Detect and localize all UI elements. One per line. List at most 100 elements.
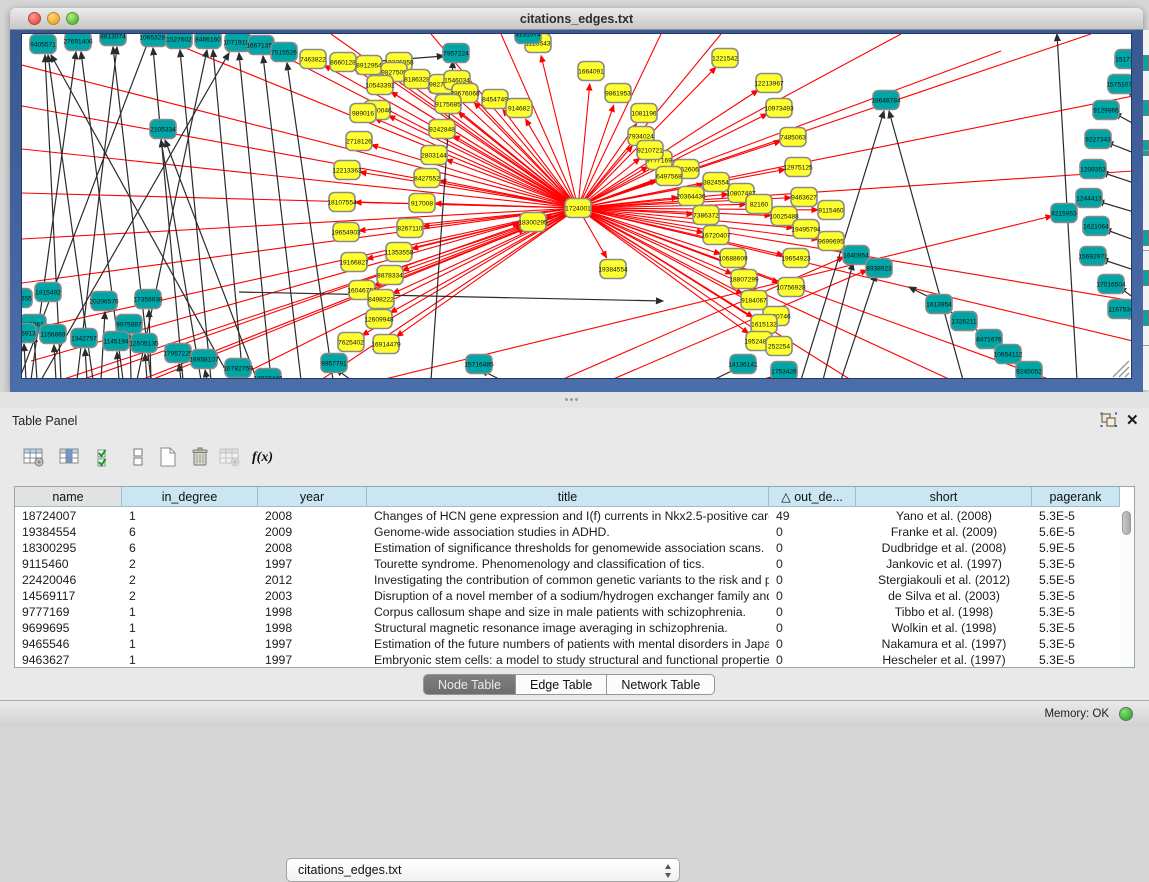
graph-node[interactable]: 7625402: [338, 333, 364, 352]
show-columns-icon[interactable]: [58, 446, 84, 472]
graph-node[interactable]: 9861953: [605, 84, 631, 103]
graph-node[interactable]: 8660128: [330, 53, 356, 72]
graph-node[interactable]: 8878334: [377, 266, 403, 285]
column-header-in_degree[interactable]: in_degree: [122, 487, 258, 507]
graph-node[interactable]: 15716485: [464, 355, 494, 374]
table-row[interactable]: 1456911722003Disruption of a novel membe…: [15, 588, 1120, 604]
graph-node[interactable]: 18807299: [729, 270, 759, 289]
graph-node[interactable]: 8938923: [866, 259, 892, 278]
graph-node[interactable]: 16958107: [189, 350, 219, 369]
graph-node[interactable]: 1342757: [71, 329, 97, 348]
graph-node[interactable]: 9210721: [637, 141, 663, 160]
graph-node[interactable]: 9405571: [30, 35, 56, 54]
graph-node[interactable]: 17359938: [133, 290, 163, 309]
graph-node[interactable]: 1724001: [565, 199, 591, 218]
graph-node[interactable]: 8813074: [100, 34, 126, 46]
select-columns-icon[interactable]: [94, 446, 120, 472]
tab-edge-table[interactable]: Edge Table: [516, 674, 607, 695]
graph-node[interactable]: 2803144: [421, 146, 447, 165]
graph-node[interactable]: 19654923: [781, 249, 811, 268]
column-header-out_de[interactable]: △ out_de...: [769, 487, 856, 507]
graph-node[interactable]: 12609948: [364, 310, 394, 329]
graph-node[interactable]: 10654112: [994, 345, 1023, 364]
tab-network-table[interactable]: Network Table: [607, 674, 715, 695]
graph-node[interactable]: 10688609: [718, 249, 748, 268]
panel-splitter[interactable]: [0, 392, 1149, 408]
graph-node[interactable]: 7386372: [693, 206, 719, 225]
graph-node[interactable]: 7485063: [780, 128, 806, 147]
function-builder-icon[interactable]: f(x): [252, 450, 278, 476]
graph-node[interactable]: 15751074: [1106, 75, 1132, 94]
graph-node[interactable]: 9129966: [1093, 101, 1119, 120]
graph-node[interactable]: 9699695: [818, 232, 844, 251]
table-row[interactable]: 969969511998Structural magnetic resonanc…: [15, 620, 1120, 636]
graph-node[interactable]: 1244413: [1076, 189, 1102, 208]
column-header-year[interactable]: year: [258, 487, 367, 507]
graph-node[interactable]: 9245052: [1016, 362, 1042, 380]
graph-node[interactable]: 12975125: [783, 158, 813, 177]
graph-node[interactable]: 1081196: [631, 104, 657, 123]
delete-columns-icon[interactable]: [188, 446, 214, 472]
graph-node[interactable]: 1517104: [1115, 50, 1132, 69]
graph-node[interactable]: 8498222: [368, 290, 394, 309]
graph-node[interactable]: 16782759: [223, 359, 253, 378]
network-canvas[interactable]: 1724001746382286601288912954182260589827…: [21, 33, 1132, 379]
graph-node[interactable]: 7515526: [271, 43, 297, 62]
graph-node[interactable]: 10973493: [764, 99, 794, 118]
graph-node[interactable]: 8267110: [397, 219, 423, 238]
graph-node[interactable]: 9115460: [818, 201, 844, 220]
graph-node[interactable]: 18300295: [518, 213, 548, 232]
new-column-icon[interactable]: [156, 446, 182, 472]
graph-node[interactable]: 917008: [409, 194, 435, 213]
column-header-title[interactable]: title: [367, 487, 769, 507]
graph-node[interactable]: 1613954: [926, 295, 952, 314]
graph-node[interactable]: 1156869: [40, 325, 66, 344]
graph-node[interactable]: 8131074: [515, 34, 541, 44]
table-mode-icon[interactable]: [22, 446, 48, 472]
graph-node[interactable]: 9242848: [429, 120, 455, 139]
table-row[interactable]: 946554611997Estimation of the future num…: [15, 636, 1120, 652]
column-header-name[interactable]: name: [15, 487, 122, 507]
graph-node[interactable]: 82160: [746, 195, 772, 214]
graph-node[interactable]: 19384554: [598, 260, 628, 279]
table-row[interactable]: 946362711997Embryonic stem cells: a mode…: [15, 652, 1120, 668]
graph-node[interactable]: 1615132: [751, 315, 777, 334]
graph-node[interactable]: 8912954: [356, 56, 382, 75]
graph-node[interactable]: 20206576: [89, 292, 119, 311]
graph-node[interactable]: 8427552: [414, 169, 440, 188]
graph-node[interactable]: 8466160: [195, 34, 221, 49]
graph-node[interactable]: 8454749: [482, 90, 508, 109]
table-select-dropdown[interactable]: citations_edges.txt: [286, 858, 680, 882]
column-header-pagerank[interactable]: pagerank: [1032, 487, 1120, 507]
graph-node[interactable]: 16720407: [701, 226, 731, 245]
graph-node[interactable]: 15692971: [1078, 247, 1108, 266]
table-row[interactable]: 1938455462009Genome-wide association stu…: [15, 524, 1120, 540]
graph-node[interactable]: 1753426: [771, 362, 797, 380]
tab-node-table[interactable]: Node Table: [423, 674, 516, 695]
graph-node[interactable]: 20364436: [676, 187, 706, 206]
graph-node[interactable]: 1167534: [1108, 300, 1132, 319]
graph-node[interactable]: 19495794: [791, 220, 821, 239]
graph-node[interactable]: 10653287: [139, 34, 169, 47]
graph-node[interactable]: 14136141: [728, 355, 758, 374]
delete-table-icon[interactable]: [218, 446, 244, 472]
graph-node[interactable]: 12213363: [332, 161, 362, 180]
graph-node[interactable]: 27691406: [63, 34, 93, 51]
graph-node[interactable]: 9175685: [435, 95, 461, 114]
graph-node[interactable]: 9857791: [321, 354, 347, 373]
table-row[interactable]: 1872400712008Changes of HCN gene express…: [15, 508, 1120, 524]
graph-node[interactable]: 1145194: [103, 332, 129, 351]
close-panel-icon[interactable]: ✕: [1126, 411, 1139, 429]
graph-node[interactable]: 1209353: [1080, 160, 1106, 179]
graph-node[interactable]: 1640954: [843, 246, 869, 265]
graph-node[interactable]: 12505135: [129, 334, 159, 353]
table-row[interactable]: 977716911998Corpus callosum shape and si…: [15, 604, 1120, 620]
graph-node[interactable]: 16914479: [371, 335, 401, 354]
graph-node[interactable]: 12923446: [253, 369, 283, 380]
graph-node[interactable]: 1621064: [1083, 217, 1109, 236]
graph-node[interactable]: 18107554: [327, 193, 357, 212]
graph-node[interactable]: 10543392: [365, 76, 395, 95]
graph-node[interactable]: 16648784: [871, 91, 901, 110]
graph-node[interactable]: 9975887: [116, 315, 142, 334]
graph-node[interactable]: 12213967: [754, 74, 784, 93]
